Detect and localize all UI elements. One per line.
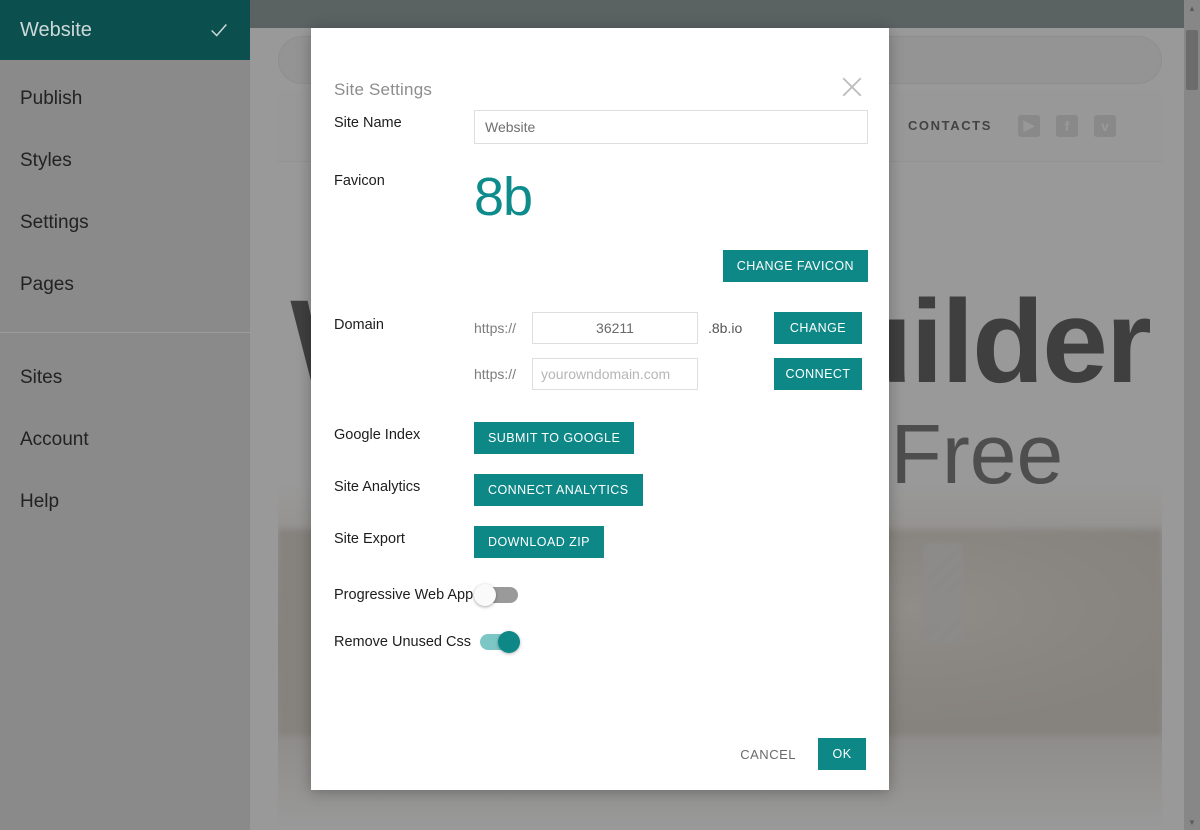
scroll-down-arrow-icon[interactable]: ▼ — [1184, 814, 1200, 830]
sidebar-item-label: Help — [20, 491, 60, 512]
row-site-export: Site Export DOWNLOAD ZIP — [334, 526, 866, 558]
sidebar-item-label: Publish — [20, 88, 83, 109]
toggle-knob — [498, 631, 520, 653]
favicon-label: Favicon — [334, 173, 385, 189]
sidebar-item-help[interactable]: Help — [0, 471, 250, 533]
sidebar-item-sites[interactable]: Sites — [0, 347, 250, 409]
row-site-name: Site Name — [334, 110, 868, 144]
domain-connect-button[interactable]: CONNECT — [774, 358, 862, 390]
sidebar: Website Publish Styles Settings Pages Si… — [0, 0, 250, 830]
submit-to-google-button[interactable]: SUBMIT TO GOOGLE — [474, 422, 635, 454]
sidebar-item-account[interactable]: Account — [0, 409, 250, 471]
row-progressive-web-app: Progressive Web App — [334, 582, 866, 611]
youtube-icon[interactable]: ▶ — [1018, 114, 1040, 137]
sidebar-item-pages[interactable]: Pages — [0, 254, 250, 316]
sidebar-item-settings[interactable]: Settings — [0, 192, 250, 254]
domain-field-wrap: https:// .8b.io CHANGE https:// CONNECT — [474, 312, 866, 404]
facebook-icon[interactable]: f — [1056, 114, 1078, 137]
download-zip-button[interactable]: DOWNLOAD ZIP — [474, 526, 604, 558]
sidebar-secondary-list: Sites Account Help — [0, 339, 250, 533]
domain-scheme-label: https:// — [474, 320, 517, 336]
remove-unused-css-label: Remove Unused Css — [334, 634, 471, 650]
site-export-field-wrap: DOWNLOAD ZIP — [474, 526, 866, 558]
custom-domain-scheme-label: https:// — [474, 366, 517, 382]
site-analytics-field-wrap: CONNECT ANALYTICS — [474, 474, 866, 506]
hero-watch-detail — [923, 542, 964, 643]
remove-unused-css-toggle[interactable] — [474, 631, 520, 653]
sidebar-divider — [0, 332, 250, 333]
domain-change-button[interactable]: CHANGE — [774, 312, 862, 344]
domain-custom-line: https:// CONNECT — [474, 358, 866, 390]
row-google-index: Google Index SUBMIT TO GOOGLE — [334, 422, 866, 454]
favicon-field-wrap: 8b CHANGE FAVICON — [474, 168, 868, 282]
change-favicon-button[interactable]: CHANGE FAVICON — [722, 250, 868, 282]
site-name-input[interactable] — [474, 110, 868, 144]
domain-tld-label: .8b.io — [708, 320, 743, 336]
toggle-knob — [474, 584, 496, 606]
domain-subdomain-line: https:// .8b.io CHANGE — [474, 312, 866, 344]
site-analytics-label: Site Analytics — [334, 479, 421, 495]
sidebar-item-label: Pages — [20, 274, 74, 295]
favicon-preview: 8b — [474, 167, 533, 227]
row-favicon: Favicon 8b CHANGE FAVICON — [334, 168, 868, 282]
site-name-field-wrap — [474, 110, 868, 144]
check-icon — [208, 19, 230, 41]
remove-css-field-wrap — [474, 629, 866, 658]
sidebar-primary-list: Publish Styles Settings Pages — [0, 60, 250, 316]
cancel-button[interactable]: CANCEL — [736, 741, 800, 768]
nav-link-contacts[interactable]: CONTACTS — [908, 118, 992, 133]
change-favicon-row: CHANGE FAVICON — [474, 250, 868, 282]
site-name-label: Site Name — [334, 115, 402, 131]
dialog-title: Site Settings — [334, 80, 433, 99]
domain-label: Domain — [334, 317, 384, 333]
dialog-body: Site Name Favicon 8b CHANGE FAVICON Doma… — [311, 110, 889, 718]
sidebar-item-styles[interactable]: Styles — [0, 130, 250, 192]
progressive-web-app-label: Progressive Web App — [334, 587, 474, 603]
sidebar-item-website[interactable]: Website — [0, 0, 250, 60]
scrollbar-thumb[interactable] — [1186, 30, 1198, 90]
row-domain: Domain https:// .8b.io CHANGE https:// C… — [334, 312, 866, 404]
row-remove-unused-css: Remove Unused Css — [334, 629, 866, 658]
social-icon-group: ▶ f ᴠ — [1018, 114, 1116, 137]
scroll-up-arrow-icon[interactable]: ▲ — [1184, 0, 1200, 16]
site-settings-dialog: Site Settings Site Name Favicon 8b C — [311, 28, 889, 790]
sidebar-item-label: Settings — [20, 212, 89, 233]
site-export-label: Site Export — [334, 531, 405, 547]
twitter-icon[interactable]: ᴠ — [1094, 114, 1116, 137]
sidebar-item-label: Styles — [20, 150, 72, 171]
sidebar-item-publish[interactable]: Publish — [0, 68, 250, 130]
google-index-label: Google Index — [334, 427, 421, 443]
sidebar-item-label: Website — [20, 18, 92, 41]
sidebar-item-label: Account — [20, 429, 89, 450]
close-icon[interactable] — [837, 72, 867, 102]
custom-domain-input[interactable] — [532, 358, 698, 390]
preview-top-band — [250, 0, 1200, 28]
domain-subdomain-input[interactable] — [532, 312, 698, 344]
pwa-field-wrap — [474, 582, 866, 611]
ok-button[interactable]: OK — [818, 738, 866, 770]
app-root: CONTACTS ▶ f ᴠ Website Builder Beautiful… — [0, 0, 1200, 830]
sidebar-item-label: Sites — [20, 367, 63, 388]
progressive-web-app-toggle[interactable] — [474, 584, 520, 606]
row-site-analytics: Site Analytics CONNECT ANALYTICS — [334, 474, 866, 506]
dialog-footer: CANCEL OK — [311, 718, 889, 790]
connect-analytics-button[interactable]: CONNECT ANALYTICS — [474, 474, 643, 506]
preview-scrollbar[interactable]: ▲ ▼ — [1184, 0, 1200, 830]
google-index-field-wrap: SUBMIT TO GOOGLE — [474, 422, 866, 454]
